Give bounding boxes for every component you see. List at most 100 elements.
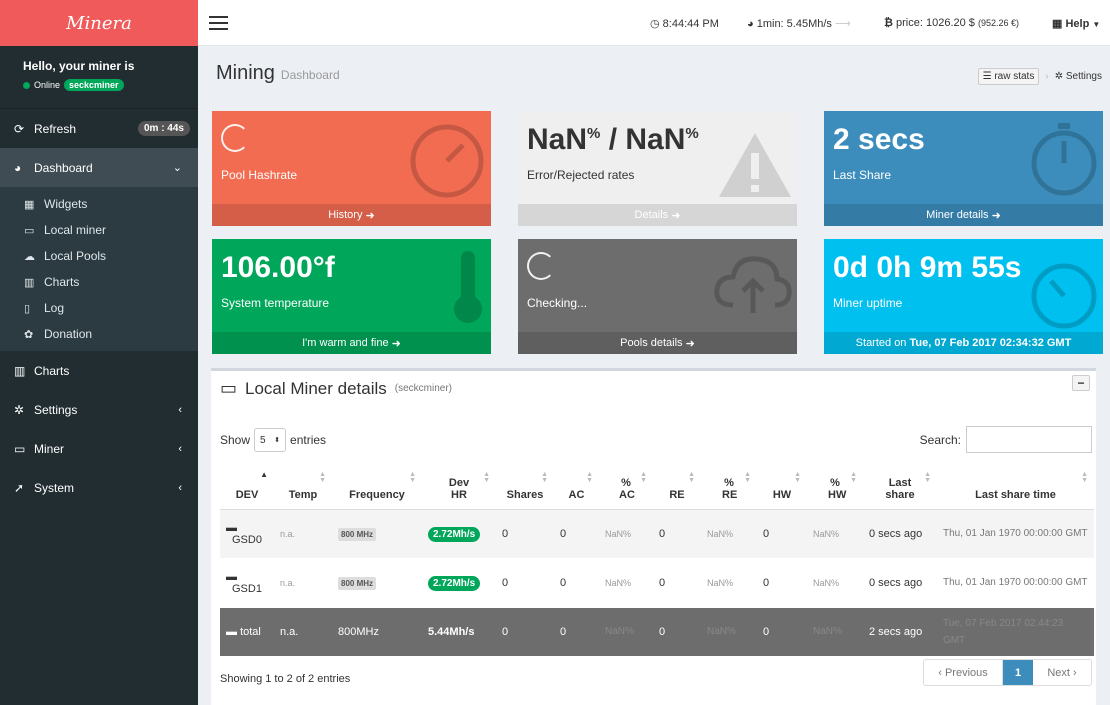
sidebar-item-label: Miner	[34, 441, 65, 456]
cell-re: 0	[653, 607, 701, 657]
column-header-last-share-time[interactable]: ▲ ▼ Last share time	[937, 466, 1094, 510]
previous-label: Previous	[944, 666, 988, 679]
column-header-last-share[interactable]: ▲ ▼ Last share	[863, 466, 937, 510]
search-input[interactable]	[966, 426, 1092, 453]
hdd-icon: ▬	[226, 625, 237, 638]
monitor-icon: ▭	[14, 441, 26, 456]
clock-icon	[1031, 263, 1097, 329]
sidebar-item-widgets[interactable]: ▦ Widgets	[0, 191, 198, 217]
sidebar-item-label: Refresh	[34, 121, 77, 136]
started-prefix: Started on	[855, 337, 910, 349]
dashboard-icon: ◕	[14, 160, 22, 175]
rocket-icon: ➚	[14, 480, 25, 495]
column-header-ac[interactable]: ▲ ▼ AC	[554, 466, 599, 510]
sidebar-item-label: Local miner	[44, 223, 107, 237]
cell-dev-hr: 2.72Mh/s	[422, 558, 496, 608]
next-button[interactable]: Next ›	[1033, 660, 1091, 685]
cell-pct-re: NaN%	[701, 558, 757, 608]
sidebar-item-charts-sub[interactable]: ▥ Charts	[0, 269, 198, 295]
gear-icon: ✲	[1054, 71, 1064, 82]
header-label: % AC	[619, 476, 635, 501]
sidebar-item-label: Local Pools	[44, 249, 107, 263]
brand-logo[interactable]: Minera	[0, 0, 198, 46]
temperature-box: 106.00°f System temperature I'm warm and…	[212, 239, 491, 354]
sidebar-item-log[interactable]: ▯ Log	[0, 295, 198, 321]
list-icon: ☰	[982, 71, 992, 82]
cell-last-share: 0 secs ago	[863, 509, 937, 559]
sort-asc-icon: ▲	[260, 470, 268, 479]
pct-ac-value: NaN%	[605, 626, 634, 637]
column-header-re[interactable]: ▲ ▼ RE	[653, 466, 701, 510]
column-header-temp[interactable]: ▲ ▼ Temp	[274, 466, 332, 510]
header-label: AC	[568, 488, 585, 501]
sidebar-item-local-miner[interactable]: ▭ Local miner	[0, 217, 198, 243]
box-footer-label: I'm warm and fine	[302, 337, 389, 349]
sidebar-item-miner[interactable]: ▭ Miner ‹	[0, 429, 198, 468]
sidebar-item-refresh[interactable]: ⟳ Refresh 0m : 44s	[0, 109, 198, 148]
sidebar-item-system[interactable]: ➚ System ‹	[0, 468, 198, 507]
history-link[interactable]: History ➜	[212, 204, 491, 226]
sidebar-item-settings[interactable]: ✲ Settings ‹	[0, 390, 198, 429]
cell-frequency: 800MHz	[332, 607, 422, 657]
cell-dev: ▬ total	[220, 607, 274, 657]
user-status: Online seckcminer	[23, 79, 198, 91]
cell-hw: 0	[757, 509, 807, 559]
page-button-1[interactable]: 1	[1003, 660, 1033, 685]
details-link[interactable]: Details ➜	[518, 204, 797, 226]
column-header-pct-re[interactable]: ▲ ▼ % RE	[701, 466, 757, 510]
sort-icon: ▲ ▼	[586, 471, 593, 484]
uptime-value: 0d 0h 9m 55s	[833, 251, 1022, 284]
table-search: Search:	[920, 426, 1092, 453]
chevron-down-icon: ⌄	[172, 162, 182, 174]
column-header-dev-hr[interactable]: ▲ ▼ Dev HR	[422, 466, 496, 510]
chevron-left-icon: ‹	[178, 403, 182, 416]
sidebar: Minera Hello, your miner is Online seckc…	[0, 0, 198, 705]
menu-toggle-icon[interactable]	[209, 16, 228, 34]
loading-spinner-icon	[221, 124, 249, 152]
monitor-icon: ▭	[220, 378, 238, 398]
sidebar-item-charts[interactable]: ▥ Charts	[0, 351, 198, 390]
sidebar-item-donation[interactable]: ✿ Donation	[0, 321, 198, 347]
raw-stats-button[interactable]: ☰ raw stats	[977, 68, 1040, 85]
header-label: Temp	[288, 488, 318, 501]
column-header-pct-hw[interactable]: ▲ ▼% HW	[807, 466, 863, 510]
pct-ac-value: NaN%	[605, 577, 632, 588]
settings-link[interactable]: ✲ Settings	[1055, 71, 1102, 82]
help-menu[interactable]: ▦ Help ▼	[1052, 17, 1100, 30]
local-miner-panel: ▭ Local Miner details (seckcminer) − Sho…	[211, 368, 1096, 705]
cell-pct-re: NaN%	[701, 509, 757, 559]
hashrate-text: 1min: 5.45Mh/s	[756, 18, 832, 30]
column-header-dev[interactable]: ▲ DEV	[220, 466, 274, 510]
refresh-icon: ⟳	[14, 121, 25, 136]
hdd-icon: ▬	[226, 521, 237, 534]
collapse-button[interactable]: −	[1072, 375, 1090, 391]
cell-re: 0	[653, 509, 701, 559]
next-label: Next	[1047, 666, 1070, 679]
header-label: % RE	[722, 476, 738, 501]
column-header-pct-ac[interactable]: ▲ ▼ % AC	[599, 466, 653, 510]
temperature-status-link[interactable]: I'm warm and fine ➜	[212, 332, 491, 354]
dev-name: GSD1	[232, 582, 262, 595]
grid-icon: ▦	[24, 198, 35, 211]
cell-frequency: 800 MHz	[332, 509, 422, 559]
sidebar-item-local-pools[interactable]: ☁ Local Pools	[0, 243, 198, 269]
dashboard-icon: ◕	[747, 18, 754, 30]
table-row: ▬ GSD1 n.a. 800 MHz 2.72Mh/s 0 0 NaN% 0 N…	[220, 558, 1094, 608]
miner-details-link[interactable]: Miner details ➜	[824, 204, 1103, 226]
pools-details-link[interactable]: Pools details ➜	[518, 332, 797, 354]
sort-icon: ▲ ▼	[319, 471, 326, 484]
help-label: Help	[1065, 18, 1090, 30]
cloud-icon: ☁	[24, 250, 35, 263]
header-label: Frequency	[349, 488, 405, 501]
clock-icon: ◷	[650, 18, 660, 30]
box-label: Last Share	[833, 168, 892, 182]
previous-button[interactable]: ‹ Previous	[924, 660, 1003, 685]
sort-icon: ⬍	[274, 437, 281, 444]
column-header-frequency[interactable]: ▲ ▼ Frequency	[332, 466, 422, 510]
entries-select[interactable]: 5 ⬍	[254, 428, 287, 452]
header-label: Last share	[885, 476, 915, 501]
column-header-shares[interactable]: ▲ ▼ Shares	[496, 466, 554, 510]
cell-shares: 0	[496, 509, 554, 559]
sidebar-item-dashboard[interactable]: ◕ Dashboard ⌄	[0, 148, 198, 187]
column-header-hw[interactable]: ▲ ▼ HW	[757, 466, 807, 510]
